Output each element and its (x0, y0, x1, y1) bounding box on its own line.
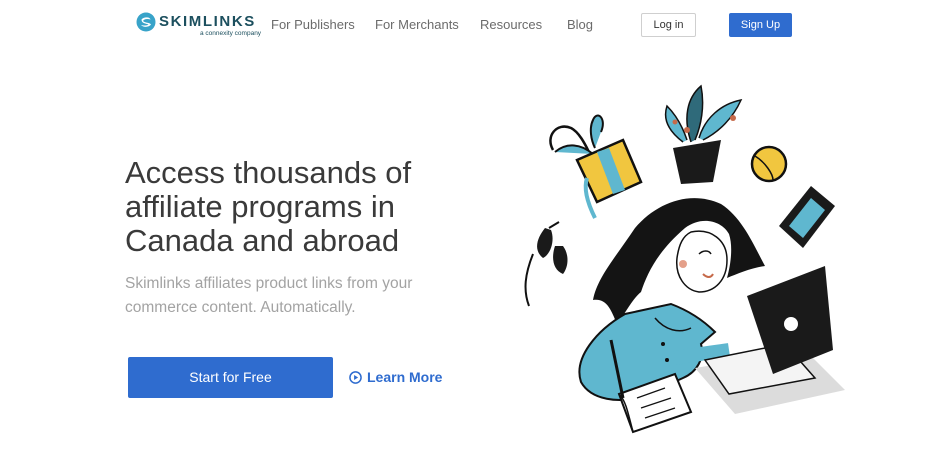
play-circle-icon (349, 371, 362, 384)
sunglasses-icon (524, 221, 568, 307)
hero-headline: Access thousands of affiliate programs i… (125, 155, 412, 258)
learn-more-label: Learn More (367, 369, 443, 385)
phone-icon (779, 186, 835, 248)
learn-more-link[interactable]: Learn More (349, 369, 442, 387)
hero-subtext: Skimlinks affiliates product links from … (125, 275, 413, 316)
plant-icon (664, 84, 743, 184)
gift-icon (549, 114, 643, 219)
site-header: SKIMLINKS a connexity company For Publis… (0, 0, 928, 50)
nav-blog[interactable]: Blog (567, 17, 593, 32)
signup-button[interactable]: Sign Up (729, 13, 792, 37)
woman-on-laptop-illustration (524, 84, 845, 434)
skimlinks-logo[interactable]: SKIMLINKS a connexity company (136, 10, 261, 40)
nav-for-publishers[interactable]: For Publishers (271, 17, 355, 32)
nav-resources[interactable]: Resources (480, 17, 542, 32)
logo-tagline: a connexity company (200, 30, 262, 37)
nav-for-merchants[interactable]: For Merchants (375, 17, 459, 32)
login-button[interactable]: Log in (641, 13, 696, 37)
logo-wordmark: SKIMLINKS (159, 13, 256, 30)
logo-mark-icon (136, 12, 156, 32)
page: SKIMLINKS a connexity company For Publis… (0, 0, 928, 462)
laptop-icon (695, 266, 845, 414)
ball-icon (750, 145, 788, 183)
start-for-free-button[interactable]: Start for Free (128, 357, 333, 398)
